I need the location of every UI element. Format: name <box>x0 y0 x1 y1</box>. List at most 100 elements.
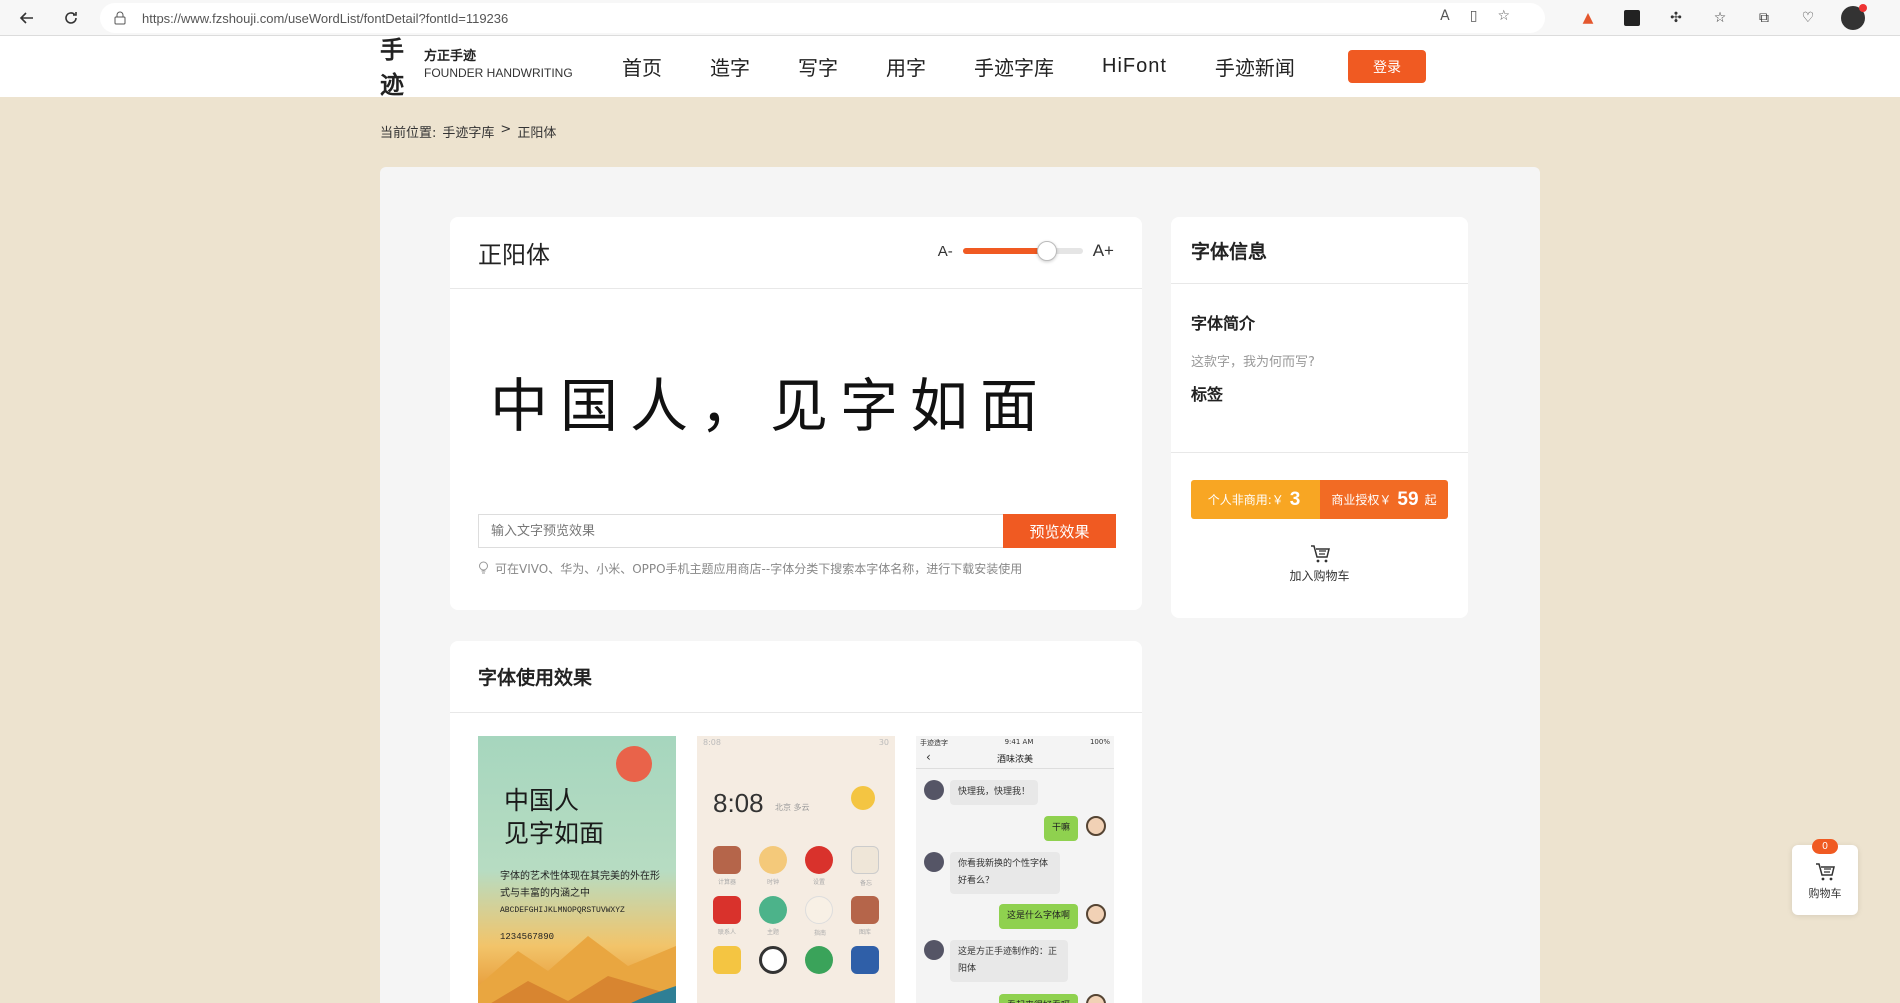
chat-message: 快理我，快理我！ <box>950 780 1039 805</box>
slider-fill <box>962 248 1047 254</box>
personal-price-label: 个人非商用:￥ <box>1207 493 1284 507</box>
showcase-phone-theme-image[interactable]: 8:08 30 8:08 北京 多云 计算器 时钟 设置 备忘 联系人 主题 指… <box>697 736 895 1003</box>
cart-icon <box>1308 543 1332 565</box>
collections-icon[interactable]: ⧉ <box>1753 7 1775 29</box>
app-label: 备忘 <box>859 880 872 887</box>
cart-icon <box>1813 861 1837 883</box>
showcase-poster-image[interactable]: 中国人 见字如面 字体的艺术性体现在其完美的外在形式与丰富的内涵之中 ABCDE… <box>478 736 676 1003</box>
notes-app-icon: 备忘 <box>851 846 879 887</box>
chat-avatar-me <box>1086 904 1106 924</box>
price-options: 个人非商用:￥ 3 商业授权￥ 59 起 <box>1191 480 1448 519</box>
main-content: 正阳体 A- A+ 中国人，见字如面 预览效果 可在VIVO、华为、小米、OPP… <box>380 167 1540 1003</box>
chat-divider <box>916 768 1114 769</box>
nav-home[interactable]: 首页 <box>622 52 662 81</box>
font-sample-text: 中国人，见字如面 <box>490 372 1051 440</box>
font-intro-text: 这款字，我为何而写? <box>1191 355 1315 370</box>
chat-avatar-friend <box>924 852 944 872</box>
poster-title: 中国人 见字如面 <box>504 784 604 850</box>
font-info-heading: 字体信息 <box>1191 240 1268 263</box>
chat-message: 这是方正手迹制作的：正阳体 <box>950 940 1068 982</box>
address-bar-actions: A ▯ ☆ <box>1440 8 1510 24</box>
app-label: 主题 <box>766 929 779 936</box>
font-effect-heading: 字体使用效果 <box>478 667 593 689</box>
refresh-icon[interactable] <box>56 3 86 33</box>
business-price-value: 59 <box>1397 488 1419 510</box>
chat-reply: 这是什么字体啊 <box>998 904 1078 929</box>
font-name-title: 正阳体 <box>478 241 550 269</box>
extensions-puzzle-icon[interactable]: ✣ <box>1665 7 1687 29</box>
lightbulb-icon <box>478 561 489 577</box>
preview-input-row: 预览效果 <box>478 514 1116 548</box>
floating-cart-button[interactable]: 0 购物车 <box>1792 839 1858 915</box>
back-arrow-icon[interactable] <box>12 3 42 33</box>
tags-title: 标签 <box>1191 385 1224 404</box>
compass-app-icon: 指南 <box>805 896 833 937</box>
main-nav: 首页 造字 写字 用字 手迹字库 HiFont 手迹新闻 <box>622 36 1343 97</box>
app-label: 时钟 <box>766 879 779 886</box>
chat-reply: 看起来很好看呀 <box>998 994 1078 1003</box>
chat-title: 酒味浓美 <box>996 755 1033 765</box>
mountain-illustration <box>478 936 676 1003</box>
font-size-slider[interactable] <box>962 241 1083 261</box>
nav-news[interactable]: 手迹新闻 <box>1215 52 1295 81</box>
font-effect-card: 字体使用效果 中国人 见字如面 字体的艺术性体现在其完美的外在形式与丰富的内涵之… <box>450 641 1142 1003</box>
breadcrumb-prefix: 当前位置: <box>380 126 437 141</box>
chat-avatar-friend <box>924 780 944 800</box>
gallery-app-icon: 图库 <box>851 896 879 936</box>
files-app-icon <box>851 946 879 974</box>
slider-thumb[interactable] <box>1036 241 1057 261</box>
phone-clock: 8:08 <box>713 788 764 818</box>
floating-cart-label: 购物车 <box>1808 887 1842 900</box>
profile-avatar[interactable] <box>1841 4 1867 30</box>
nav-create-font[interactable]: 造字 <box>710 52 750 81</box>
add-to-cart-button[interactable]: 加入购物车 <box>1171 543 1468 584</box>
nav-hifont[interactable]: HiFont <box>1102 55 1167 78</box>
poster-body-text: 字体的艺术性体现在其完美的外在形式与丰富的内涵之中 <box>500 871 660 899</box>
sun-graphic <box>616 746 652 782</box>
nav-use-font[interactable]: 用字 <box>886 52 926 81</box>
weather-icon <box>851 786 875 810</box>
favorites-icon[interactable]: ☆ <box>1709 7 1731 29</box>
personal-license-button[interactable]: 个人非商用:￥ 3 <box>1191 480 1320 519</box>
font-size-control: A- A+ <box>938 241 1114 261</box>
poster-title-line1: 中国人 <box>504 786 580 815</box>
site-header: 手迹 方正手迹 FOUNDER HANDWRITING 首页 造字 写字 用字 … <box>0 35 1900 99</box>
chat-status-battery: 100% <box>1089 738 1110 746</box>
install-hint-text: 可在VIVO、华为、小米、OPPO手机主题应用商店--字体分类下搜索本字体名称，… <box>495 562 1023 576</box>
login-button[interactable]: 登录 <box>1348 50 1426 83</box>
health-icon[interactable]: ♡ <box>1797 7 1819 29</box>
extension-dark-icon[interactable] <box>1621 7 1643 29</box>
personal-price-value: 3 <box>1289 488 1301 510</box>
read-aloud-icon[interactable]: A <box>1440 8 1450 24</box>
chat-reply: 干嘛 <box>1043 816 1078 841</box>
settings-app-icon: 设置 <box>805 846 833 886</box>
logo-cn-text: 方正手迹 <box>424 49 477 65</box>
chat-status-time: 9:41 AM <box>1004 738 1034 746</box>
app-label: 图库 <box>858 929 871 936</box>
showcase-chat-image[interactable]: 手迹造字 9:41 AM 100% ‹ 酒味浓美 快理我，快理我！ 干嘛 你看我… <box>916 736 1114 1003</box>
favorite-star-icon[interactable]: ☆ <box>1497 8 1510 24</box>
contacts-app-icon: 联系人 <box>713 896 741 936</box>
preview-button[interactable]: 预览效果 <box>1003 514 1116 548</box>
address-bar[interactable]: https://www.fzshouji.com/useWordList/fon… <box>100 3 1545 33</box>
reader-view-icon[interactable]: ▯ <box>1470 8 1478 24</box>
business-license-button[interactable]: 商业授权￥ 59 起 <box>1320 480 1448 519</box>
browser-toolbar: https://www.fzshouji.com/useWordList/fon… <box>0 0 1900 36</box>
nav-font-library[interactable]: 手迹字库 <box>974 52 1054 81</box>
poster-title-line2: 见字如面 <box>504 819 605 848</box>
clock-app-icon: 时钟 <box>759 846 787 886</box>
font-info-card: 字体信息 字体简介 这款字，我为何而写? 标签 个人非商用:￥ 3 商业授权￥ … <box>1171 217 1468 618</box>
url-text: https://www.fzshouji.com/useWordList/fon… <box>142 10 509 26</box>
extension-red-icon[interactable]: ▲ <box>1577 7 1599 29</box>
logo-en-text: FOUNDER HANDWRITING <box>424 65 573 80</box>
nav-write[interactable]: 写字 <box>798 52 838 81</box>
increase-size-icon[interactable]: A+ <box>1093 241 1114 261</box>
preview-text-input[interactable] <box>478 514 1003 548</box>
app-grid: 计算器 时钟 设置 备忘 联系人 主题 指南 图库 <box>713 846 883 974</box>
breadcrumb-current: 正阳体 <box>517 126 557 141</box>
chat-avatar-me <box>1086 816 1106 836</box>
decrease-size-icon[interactable]: A- <box>938 243 953 260</box>
theme-app-icon: 主题 <box>759 896 787 936</box>
breadcrumb-font-library[interactable]: 手迹字库 <box>442 122 494 141</box>
site-logo[interactable]: 手迹 方正手迹 FOUNDER HANDWRITING <box>380 35 573 99</box>
